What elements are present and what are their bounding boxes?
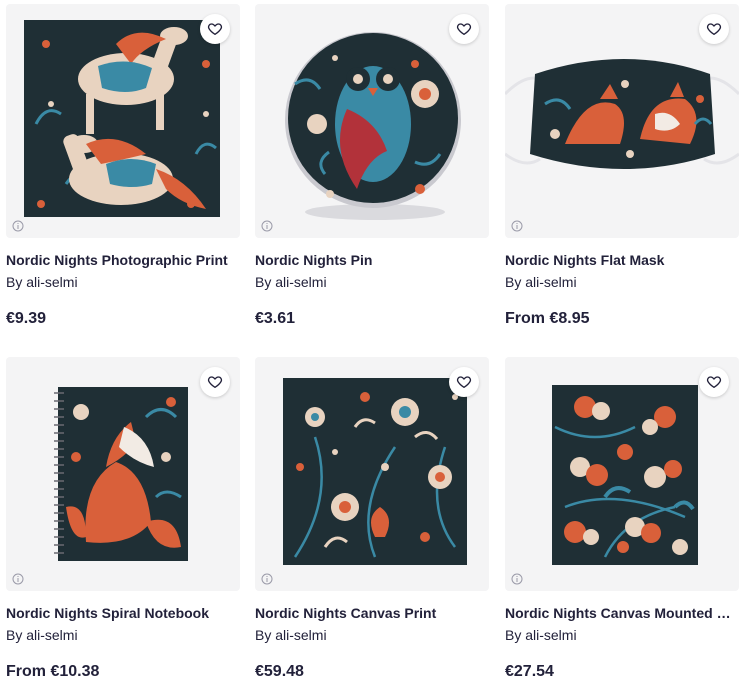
product-price: From €10.38 — [6, 663, 100, 680]
product-card[interactable]: Nordic Nights Canvas Mounted Print By al… — [505, 357, 739, 682]
product-title[interactable]: Nordic Nights Photographic Print — [6, 251, 240, 269]
product-title[interactable]: Nordic Nights Canvas Print — [255, 604, 489, 622]
info-icon[interactable] — [511, 220, 523, 232]
product-price: €3.61 — [255, 310, 296, 327]
product-image-fox-notebook[interactable] — [6, 357, 240, 591]
product-title[interactable]: Nordic Nights Pin — [255, 251, 489, 269]
heart-outline-icon — [456, 376, 472, 388]
product-card[interactable]: Nordic Nights Canvas Print By ali-selmi … — [255, 357, 489, 682]
heart-outline-icon — [706, 23, 722, 35]
product-price: €9.39 — [6, 310, 47, 327]
product-image-berries-canvas-mounted[interactable] — [505, 357, 739, 591]
product-image-floral-canvas[interactable] — [255, 357, 489, 591]
favorite-button[interactable] — [699, 14, 729, 44]
product-card[interactable]: Nordic Nights Pin By ali-selmi €3.61 — [255, 4, 489, 329]
product-image-fox-mask[interactable] — [505, 4, 739, 238]
favorite-button[interactable] — [200, 14, 230, 44]
product-card[interactable]: Nordic Nights Flat Mask By ali-selmi Fro… — [505, 4, 739, 329]
product-card[interactable]: Nordic Nights Spiral Notebook By ali-sel… — [6, 357, 240, 682]
heart-outline-icon — [456, 23, 472, 35]
info-icon[interactable] — [12, 220, 24, 232]
product-artist[interactable]: By ali-selmi — [505, 273, 739, 291]
info-icon[interactable] — [12, 573, 24, 585]
product-title[interactable]: Nordic Nights Canvas Mounted Print — [505, 604, 739, 622]
product-title[interactable]: Nordic Nights Spiral Notebook — [6, 604, 240, 622]
heart-outline-icon — [207, 23, 223, 35]
product-artist[interactable]: By ali-selmi — [255, 273, 489, 291]
favorite-button[interactable] — [699, 367, 729, 397]
heart-outline-icon — [706, 376, 722, 388]
favorite-button[interactable] — [449, 367, 479, 397]
product-image-horse-print[interactable] — [6, 4, 240, 238]
info-icon[interactable] — [511, 573, 523, 585]
product-image-owl-pin[interactable] — [255, 4, 489, 238]
info-icon[interactable] — [261, 220, 273, 232]
favorite-button[interactable] — [200, 367, 230, 397]
heart-outline-icon — [207, 376, 223, 388]
favorite-button[interactable] — [449, 14, 479, 44]
product-price: €27.54 — [505, 663, 554, 680]
product-artist[interactable]: By ali-selmi — [6, 273, 240, 291]
product-card[interactable]: Nordic Nights Photographic Print By ali-… — [6, 4, 240, 329]
product-title[interactable]: Nordic Nights Flat Mask — [505, 251, 739, 269]
product-price: From €8.95 — [505, 310, 590, 327]
product-artist[interactable]: By ali-selmi — [505, 626, 739, 644]
product-artist[interactable]: By ali-selmi — [6, 626, 240, 644]
product-price: €59.48 — [255, 663, 304, 680]
product-artist[interactable]: By ali-selmi — [255, 626, 489, 644]
info-icon[interactable] — [261, 573, 273, 585]
